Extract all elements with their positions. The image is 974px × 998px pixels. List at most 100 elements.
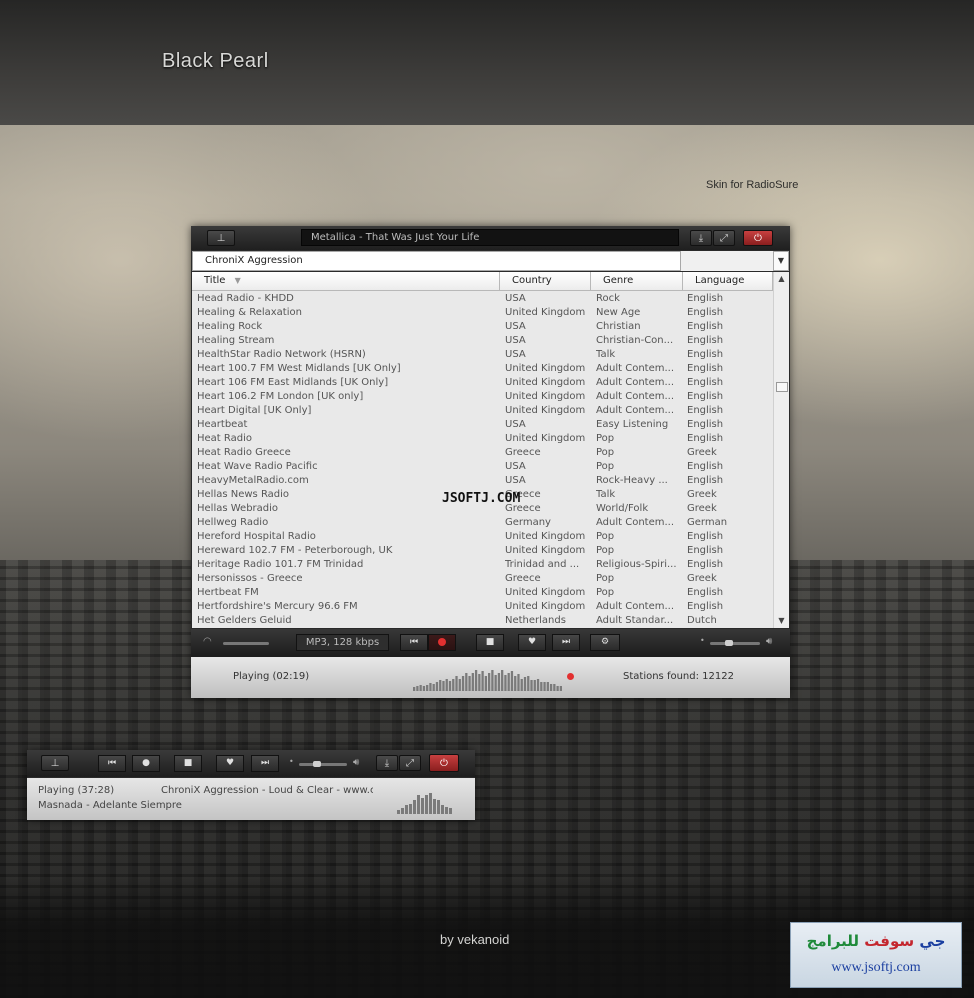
visualizer-bar bbox=[452, 679, 455, 691]
mini-power-button[interactable]: ⏻ bbox=[429, 754, 459, 772]
volume-slider[interactable] bbox=[710, 642, 760, 645]
cell-genre: Pop bbox=[596, 573, 615, 584]
record-button[interactable] bbox=[428, 634, 456, 651]
cell-country: United Kingdom bbox=[505, 601, 586, 612]
stop-button[interactable]: ■ bbox=[476, 634, 504, 651]
cell-title: Heartbeat bbox=[197, 419, 248, 430]
visualizer-bar bbox=[536, 679, 540, 691]
table-row[interactable]: HealthStar Radio Network (HSRN) USA Talk En… bbox=[192, 348, 773, 362]
table-row[interactable]: Hertbeat FM United Kingdom Pop English bbox=[192, 586, 773, 600]
table-row[interactable]: Heat Radio United Kingdom Pop English bbox=[192, 432, 773, 446]
cell-language: English bbox=[687, 601, 724, 612]
table-row[interactable]: Healing Rock USA Christian English bbox=[192, 320, 773, 334]
mini-expand-button[interactable]: ⤢ bbox=[399, 755, 421, 771]
table-row[interactable]: Het Gelders Geluid Netherlands Adult Stand… bbox=[192, 614, 773, 628]
table-row[interactable]: Heat Wave Radio Pacific USA Pop English bbox=[192, 460, 773, 474]
visualizer-bar bbox=[405, 805, 408, 814]
table-row[interactable]: Hereford Hospital Radio United Kingdom Pop… bbox=[192, 530, 773, 544]
mini-status-area: Playing (37:28) ChroniX Aggression - Lou… bbox=[27, 778, 475, 820]
cell-language: English bbox=[687, 391, 724, 402]
filter-dropdown-button[interactable]: ▼ bbox=[773, 251, 789, 271]
cell-country: USA bbox=[505, 335, 526, 346]
table-row[interactable]: Heart 100.7 FM West Midlands [UK Only] Un… bbox=[192, 362, 773, 376]
table-row[interactable]: Hersonissos - Greece Greece Pop Greek bbox=[192, 572, 773, 586]
cell-language: English bbox=[687, 419, 724, 430]
previous-button[interactable]: ⏮ bbox=[400, 634, 428, 651]
table-row[interactable]: Hereward 102.7 FM - Peterborough, UK Unit… bbox=[192, 544, 773, 558]
column-header-language[interactable]: Language bbox=[683, 272, 773, 291]
expand-icon: ⤢ bbox=[406, 757, 414, 769]
visualizer-bar bbox=[491, 670, 494, 691]
visualizer-bar bbox=[484, 676, 487, 691]
table-row[interactable]: Heat Radio Greece Greece Pop Greek bbox=[192, 446, 773, 460]
mini-pin-button[interactable]: ⊥ bbox=[41, 755, 69, 771]
vertical-scrollbar[interactable]: ▲ ▼ bbox=[773, 272, 789, 628]
table-row[interactable]: Healing Stream USA Christian-Con... English bbox=[192, 334, 773, 348]
favorite-button[interactable]: ♥ bbox=[518, 634, 546, 651]
cell-country: United Kingdom bbox=[505, 587, 586, 598]
mini-download-button[interactable]: ⤓ bbox=[376, 755, 398, 771]
download-icon: ⤓ bbox=[698, 232, 704, 244]
heart-icon: ♥ bbox=[225, 758, 235, 768]
scroll-down-icon[interactable]: ▼ bbox=[774, 614, 789, 628]
gear-icon: ⚙ bbox=[600, 637, 610, 647]
scroll-thumb[interactable] bbox=[776, 382, 788, 392]
visualizer-bar bbox=[413, 800, 416, 814]
visualizer-bar bbox=[429, 793, 432, 814]
pin-button[interactable]: ⊥ bbox=[207, 230, 235, 246]
visualizer-bar bbox=[417, 795, 420, 814]
table-row[interactable]: Hertfordshire's Mercury 96.6 FM United Ki… bbox=[192, 600, 773, 614]
visualizer-bar bbox=[549, 684, 553, 691]
power-button[interactable]: ⏻ bbox=[743, 230, 773, 246]
column-header-country[interactable]: Country bbox=[500, 272, 591, 291]
status-bar: Playing (02:19) Stations found: 12122 bbox=[191, 657, 790, 698]
expand-button[interactable]: ⤢ bbox=[713, 230, 735, 246]
cell-title: Heat Radio bbox=[197, 433, 252, 444]
mini-volume-knob[interactable] bbox=[313, 761, 321, 767]
visualizer-bar bbox=[397, 810, 400, 814]
visualizer-bar bbox=[439, 680, 442, 691]
cell-country: United Kingdom bbox=[505, 377, 586, 388]
visualizer-bar bbox=[559, 686, 562, 691]
mini-stop-button[interactable]: ■ bbox=[174, 755, 202, 772]
table-row[interactable]: Heart Digital [UK Only] United Kingdom Adu… bbox=[192, 404, 773, 418]
table-row[interactable]: Head Radio - KHDD USA Rock English bbox=[192, 292, 773, 306]
mini-next-button[interactable]: ⏭ bbox=[251, 755, 279, 772]
cell-country: Greece bbox=[505, 447, 541, 458]
visualizer-bar bbox=[501, 670, 504, 691]
table-row[interactable]: Heart 106.2 FM London [UK only] United Ki… bbox=[192, 390, 773, 404]
mini-record-button[interactable]: ● bbox=[132, 755, 160, 772]
table-row[interactable]: HeavyMetalRadio.com USA Rock-Heavy ... Engl… bbox=[192, 474, 773, 488]
previous-icon: ⏮ bbox=[107, 758, 117, 768]
table-row[interactable]: Healing & Relaxation United Kingdom New Ag… bbox=[192, 306, 773, 320]
download-button[interactable]: ⤓ bbox=[690, 230, 712, 246]
genre-filter-row: ChroniX Aggression ▼ bbox=[192, 251, 789, 271]
author-credit: by vekanoid bbox=[440, 932, 510, 947]
cell-country: USA bbox=[505, 321, 526, 332]
cell-title: Heart 100.7 FM West Midlands [UK Only] bbox=[197, 363, 401, 374]
settings-button[interactable]: ⚙ bbox=[590, 634, 620, 651]
scroll-up-icon[interactable]: ▲ bbox=[774, 272, 789, 286]
cell-genre: New Age bbox=[596, 307, 641, 318]
mini-previous-button[interactable]: ⏮ bbox=[98, 755, 126, 772]
genre-filter-combo[interactable]: ChroniX Aggression bbox=[192, 251, 681, 271]
table-row[interactable]: Heritage Radio 101.7 FM Trinidad Trinidad… bbox=[192, 558, 773, 572]
mini-favorite-button[interactable]: ♥ bbox=[216, 755, 244, 772]
cell-language: English bbox=[687, 377, 724, 388]
balance-slider[interactable] bbox=[223, 642, 269, 645]
mini-volume-slider[interactable] bbox=[299, 763, 347, 766]
table-row[interactable]: Heartbeat USA Easy Listening English bbox=[192, 418, 773, 432]
previous-icon: ⏮ bbox=[409, 637, 419, 647]
volume-high-icon: 🔊︎ bbox=[766, 636, 773, 647]
column-header-title[interactable]: Title ▼ bbox=[192, 272, 500, 291]
volume-knob[interactable] bbox=[725, 640, 733, 646]
cell-language: Greek bbox=[687, 503, 717, 514]
cell-language: English bbox=[687, 587, 724, 598]
visualizer-bar bbox=[488, 673, 491, 691]
cell-genre: Talk bbox=[596, 349, 616, 360]
next-button[interactable]: ⏭ bbox=[552, 634, 580, 651]
table-row[interactable]: Heart 106 FM East Midlands [UK Only] Unit… bbox=[192, 376, 773, 390]
column-header-genre[interactable]: Genre bbox=[591, 272, 683, 291]
table-row[interactable]: Hellweg Radio Germany Adult Contem... Germa… bbox=[192, 516, 773, 530]
visualizer-bar bbox=[448, 681, 452, 691]
